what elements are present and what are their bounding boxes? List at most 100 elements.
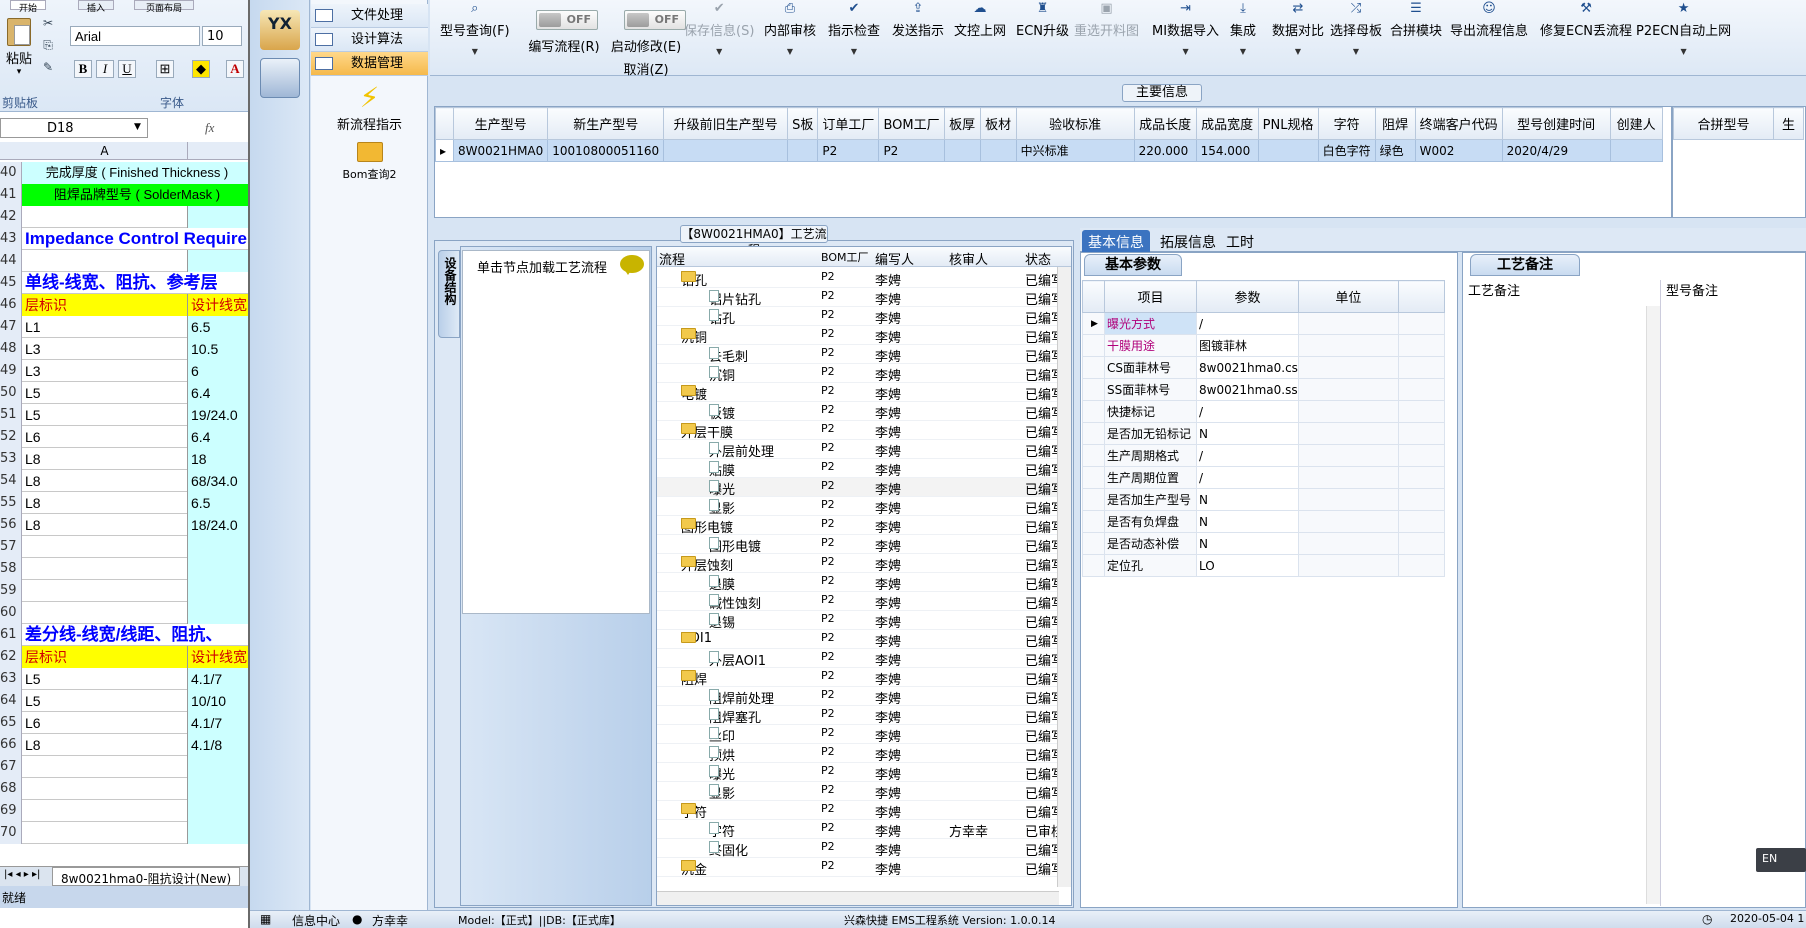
tree-row[interactable]: 退膜 P2 李娉 已编写 bbox=[657, 573, 1064, 593]
cell-a[interactable]: 完成厚度 ( Finished Thickness ) bbox=[22, 162, 249, 184]
cell-a[interactable]: L8 bbox=[22, 734, 188, 756]
param-row[interactable]: 是否有负焊盘 N bbox=[1082, 510, 1445, 533]
tree-node[interactable]: 显影 bbox=[709, 783, 735, 802]
cell-a[interactable] bbox=[22, 800, 188, 822]
param-name[interactable]: 是否加生产型号 bbox=[1104, 488, 1197, 511]
table-cell[interactable]: 8W0021HMA0 bbox=[452, 139, 549, 162]
cell-b[interactable]: 10.5 bbox=[188, 338, 249, 360]
excel-row[interactable]: 53 L8 18 bbox=[0, 448, 249, 470]
param-unit[interactable] bbox=[1297, 554, 1399, 577]
excel-row[interactable]: 64 L5 10/10 bbox=[0, 690, 249, 712]
row-number[interactable]: 57 bbox=[0, 536, 22, 558]
excel-row[interactable]: 58 bbox=[0, 558, 249, 580]
row-number[interactable]: 42 bbox=[0, 206, 22, 228]
param-value[interactable]: LO bbox=[1196, 554, 1299, 577]
row-number[interactable]: 51 bbox=[0, 404, 22, 426]
copy-icon[interactable]: ⎘ bbox=[40, 38, 56, 52]
row-number[interactable]: 61 bbox=[0, 624, 22, 646]
param-row[interactable]: 生产周期位置 / bbox=[1082, 466, 1445, 489]
column-header[interactable]: BOM工厂 bbox=[878, 107, 945, 140]
row-number[interactable]: 54 bbox=[0, 470, 22, 492]
tree-node[interactable]: −外层蚀刻 bbox=[681, 555, 733, 574]
param-name[interactable]: 是否加无铅标记 bbox=[1104, 422, 1197, 445]
cell-a[interactable]: L6 bbox=[22, 426, 188, 448]
tree-node[interactable]: 字符 bbox=[709, 821, 735, 840]
tree-node[interactable]: −沉铜 bbox=[681, 327, 707, 346]
vertical-scrollbar[interactable] bbox=[1057, 267, 1071, 887]
row-number[interactable]: 43 bbox=[0, 228, 22, 250]
tree-row[interactable]: 阻焊前处理 P2 李娉 已编写 bbox=[657, 687, 1064, 707]
param-row[interactable]: 生产周期格式 / bbox=[1082, 444, 1445, 467]
sheet-tab-active[interactable]: 8w0021hma0-阻抗设计(New) bbox=[52, 867, 241, 886]
row-number[interactable]: 62 bbox=[0, 646, 22, 668]
table-cell[interactable] bbox=[1257, 139, 1319, 162]
row-number[interactable]: 58 bbox=[0, 558, 22, 580]
tree-row[interactable]: −钻孔P2李娉已编写 bbox=[657, 269, 1064, 289]
format-painter-icon[interactable]: ✎ bbox=[40, 60, 56, 74]
tree-node[interactable]: 终固化 bbox=[709, 840, 748, 859]
row-number[interactable]: 66 bbox=[0, 734, 22, 756]
column-header-a[interactable]: A bbox=[22, 142, 188, 160]
column-header[interactable]: 合拼型号 bbox=[1673, 107, 1774, 140]
param-unit[interactable] bbox=[1297, 444, 1399, 467]
tree-row[interactable]: 板镀 P2 李娉 已编写 bbox=[657, 402, 1064, 422]
excel-tab-layout[interactable]: 页面布局 bbox=[134, 0, 194, 14]
column-header[interactable]: 板厚 bbox=[943, 107, 981, 140]
nav-item-design-algorithm[interactable]: 设计算法 bbox=[311, 28, 428, 52]
param-row[interactable]: SS面菲林号 8w0021hma0.ss bbox=[1082, 378, 1445, 401]
cell-b[interactable] bbox=[188, 800, 249, 822]
toolbar-button-7[interactable]: ☁ 文控上网 bbox=[954, 2, 1006, 68]
cell-a[interactable]: L8 bbox=[22, 514, 188, 536]
table-cell[interactable] bbox=[979, 139, 1017, 162]
row-number[interactable]: 60 bbox=[0, 602, 22, 624]
tree-row[interactable]: 碱性蚀刻 P2 李娉 已编写 bbox=[657, 592, 1064, 612]
ime-indicator[interactable]: EN bbox=[1756, 848, 1806, 872]
cell-b[interactable] bbox=[188, 822, 249, 844]
toolbar-button-0[interactable]: ⌕ 型号查询(F) ▼ bbox=[440, 2, 510, 68]
column-header[interactable]: 生 bbox=[1773, 107, 1804, 140]
cell-b[interactable]: 设计线宽 bbox=[188, 294, 249, 316]
info-center-label[interactable]: 信息中心 bbox=[292, 912, 340, 928]
tree-column-header[interactable]: 核审人 bbox=[949, 249, 988, 268]
excel-row[interactable]: 54 L8 68/34.0 bbox=[0, 470, 249, 492]
cell-a[interactable]: 层标识 bbox=[22, 646, 188, 668]
cell-b[interactable]: 6.5 bbox=[188, 492, 249, 514]
excel-row[interactable]: 48 L3 10.5 bbox=[0, 338, 249, 360]
tree-node[interactable]: −字符 bbox=[681, 802, 707, 821]
cell-b[interactable] bbox=[188, 778, 249, 800]
param-value[interactable]: N bbox=[1196, 510, 1299, 533]
table-cell[interactable]: 154.000 bbox=[1195, 139, 1259, 162]
tree-node[interactable]: −AOI1 bbox=[681, 631, 712, 646]
nav-item-file-processing[interactable]: 文件处理 bbox=[311, 4, 428, 28]
vertical-scrollbar[interactable] bbox=[1646, 306, 1660, 904]
row-number[interactable]: 69 bbox=[0, 800, 22, 822]
tree-node[interactable]: 显影 bbox=[709, 498, 735, 517]
tree-node[interactable]: 去毛刺 bbox=[709, 346, 748, 365]
app-logo-icon[interactable]: YX bbox=[260, 10, 300, 50]
row-number[interactable]: 59 bbox=[0, 580, 22, 602]
cell-a[interactable]: L5 bbox=[22, 690, 188, 712]
toolbar-button-11[interactable]: ⤓ 集成 ▼ bbox=[1230, 2, 1256, 68]
tree-node[interactable]: 钻孔 bbox=[709, 308, 735, 327]
param-unit[interactable] bbox=[1297, 488, 1399, 511]
toolbar-button-8[interactable]: ♜ ECN升级 bbox=[1016, 2, 1069, 68]
cell-a[interactable]: L1 bbox=[22, 316, 188, 338]
tree-column-header[interactable]: 流程 bbox=[659, 249, 685, 268]
table-cell[interactable]: 10010800051160 bbox=[547, 139, 665, 162]
excel-row[interactable]: 66 L8 4.1/8 bbox=[0, 734, 249, 756]
tree-row[interactable]: −外层蚀刻P2李娉已编写 bbox=[657, 554, 1064, 574]
tree-node[interactable]: −沉金 bbox=[681, 859, 707, 878]
tree-row[interactable]: 沉铜 P2 李娉 已编写 bbox=[657, 364, 1064, 384]
cell-b[interactable]: 18 bbox=[188, 448, 249, 470]
toolbar-button-9[interactable]: ▣ 重选开料图 bbox=[1074, 2, 1139, 68]
tree-row[interactable]: −AOI1P2李娉已编写 bbox=[657, 630, 1064, 650]
calculator-icon[interactable] bbox=[260, 58, 300, 98]
param-value[interactable]: 8w0021hma0.cs bbox=[1196, 356, 1299, 379]
row-number[interactable]: 65 bbox=[0, 712, 22, 734]
italic-button[interactable]: I bbox=[96, 60, 114, 78]
toolbar-button-15[interactable]: ☺ 导出流程信息 bbox=[1450, 2, 1528, 68]
tree-row[interactable]: −字符P2李娉已编写 bbox=[657, 801, 1064, 821]
excel-tab-insert[interactable]: 插入 bbox=[78, 0, 114, 14]
fill-color-icon[interactable]: ◆ bbox=[192, 60, 210, 78]
tab-extended-info[interactable]: 拓展信息 bbox=[1154, 230, 1222, 252]
